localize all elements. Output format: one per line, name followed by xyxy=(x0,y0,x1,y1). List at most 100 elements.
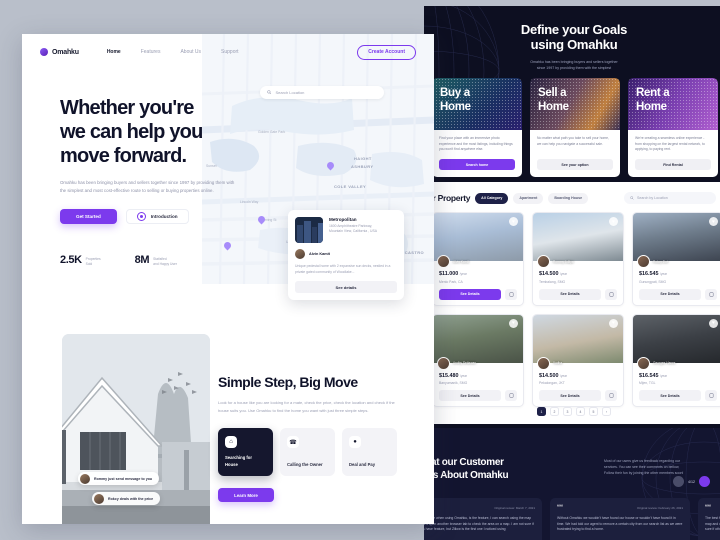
price-unit: /year xyxy=(560,373,568,378)
chevron-left-icon[interactable] xyxy=(673,476,684,487)
step-card-calling[interactable]: ☎ Calling the Owner xyxy=(280,428,335,477)
avatar xyxy=(94,493,104,504)
stat-value: 2.5K xyxy=(60,254,82,266)
testimonial-card: ““ Original review: March 7, 2021 Best f… xyxy=(424,498,542,540)
property-card[interactable]: ♥ Alvin Kamit $11.000 /year Menlo Park, … xyxy=(432,212,524,306)
stat-label: Properties Sold xyxy=(85,257,101,266)
property-image: ♥ Rokcy Dwi xyxy=(633,213,720,268)
heart-icon[interactable]: ♥ xyxy=(609,318,618,328)
property-location: Banyumanik, SMG xyxy=(439,381,468,385)
pagination-page-4[interactable]: 4 xyxy=(576,407,585,416)
property-card[interactable]: ♥ Georgee Hanes $16.545 /year Mijen, TGL… xyxy=(632,313,720,407)
goal-button-search-home[interactable]: Search home xyxy=(439,159,515,170)
heart-icon[interactable]: ♥ xyxy=(509,318,518,328)
stat-value: 8M xyxy=(134,254,150,266)
property-location: Gunungpati, SMG xyxy=(639,279,667,284)
heart-icon[interactable]: ♥ xyxy=(609,217,618,226)
nav-link-features[interactable]: Features xyxy=(141,49,161,55)
circle-logo-icon xyxy=(40,48,48,56)
learn-more-button[interactable]: Learn More xyxy=(218,488,274,503)
nav-link-about-us[interactable]: About Us xyxy=(180,49,201,55)
pagination-page-5[interactable]: 5 xyxy=(589,407,598,416)
filter-boarding-house[interactable]: Boarding House xyxy=(548,192,589,204)
property-image: ♥ Alvin Kamit xyxy=(433,213,523,268)
agent-name: Rokcy Dwi xyxy=(653,259,669,264)
filter-apartment[interactable]: Apartment xyxy=(513,192,544,204)
testimonial-card: ““ Original review: February 26, 2021 Wi… xyxy=(550,498,690,540)
see-details-button[interactable]: See Details xyxy=(539,288,601,300)
bookmark-icon[interactable] xyxy=(505,288,517,300)
chevron-right-icon[interactable] xyxy=(699,476,710,487)
property-search-placeholder: Search by Location xyxy=(637,196,668,200)
property-popup-card[interactable]: Metropolitan 1600 Amphitheatre Parkway, … xyxy=(288,210,404,301)
chat-bubble: Rokcy deals with the price xyxy=(92,492,161,505)
pagination-next-icon[interactable]: › xyxy=(602,407,611,416)
step-card-deal-pay[interactable]: ● Deal and Pay xyxy=(342,428,397,477)
bookmark-icon[interactable] xyxy=(605,390,617,401)
steps-paragraph: Look for a house like you are looking fo… xyxy=(218,400,395,413)
property-agent: Rokcy Dwi xyxy=(637,255,668,268)
price-value: $16.545 xyxy=(639,372,659,379)
map-label: Golden Gate Park xyxy=(258,130,286,134)
introduction-label: Introduction xyxy=(150,214,178,219)
heart-icon[interactable]: ♥ xyxy=(709,318,718,328)
property-image: ♥ Yudha xyxy=(533,314,623,370)
nav-link-home[interactable]: Home xyxy=(107,49,121,55)
nav-link-support[interactable]: Support xyxy=(221,49,239,55)
pagination-page-3[interactable]: 3 xyxy=(563,407,572,416)
get-started-button[interactable]: Get Started xyxy=(60,209,117,224)
testimonial-text: Best feature I like when using Omahku, i… xyxy=(424,516,534,532)
brand-name: Omahku xyxy=(52,48,79,56)
map-search-input[interactable]: Search Location xyxy=(260,86,384,99)
step-card-searching[interactable]: ⌂ Searching for House xyxy=(218,428,273,477)
filter-all-category[interactable]: All Category xyxy=(475,192,509,204)
testimonial-subtitle: Most of our users give us feedback regar… xyxy=(604,459,684,475)
property-price: $16.545 /year xyxy=(639,271,717,277)
property-price: $14.500 /year xyxy=(539,373,617,379)
property-search-input[interactable]: Search by Location xyxy=(624,192,716,204)
bookmark-icon[interactable] xyxy=(605,288,617,300)
pagination-page-2[interactable]: 2 xyxy=(550,407,559,416)
heart-icon[interactable]: ♥ xyxy=(709,217,718,226)
see-details-button[interactable]: See Details xyxy=(539,390,601,401)
see-details-button[interactable]: See Details xyxy=(639,390,701,401)
see-details-button[interactable]: See Details xyxy=(639,288,701,300)
dollar-icon: ● xyxy=(349,436,361,449)
goal-button-see-option[interactable]: See your option xyxy=(537,159,613,170)
goal-button-find-rental[interactable]: Find Rental xyxy=(635,159,711,170)
chat-bubble-text: Rokcy deals with the price xyxy=(108,496,154,501)
popup-agent-name: Alvin Kamit xyxy=(309,252,330,256)
bookmark-icon[interactable] xyxy=(705,288,717,300)
simple-step-section: Simple Step, Big Move Look for a house l… xyxy=(218,374,418,503)
house-photo: Rommy just send message to you Rokcy dea… xyxy=(62,334,210,524)
introduction-button[interactable]: Introduction xyxy=(125,209,189,224)
chat-bubble: Rommy just send message to you xyxy=(78,472,160,485)
step-label: Searching for House xyxy=(225,455,252,468)
search-icon xyxy=(630,196,634,200)
see-details-button[interactable]: See Details xyxy=(439,390,501,401)
property-card[interactable]: ♥ Rommy Aditya $14.500 /year Tembalang, … xyxy=(532,212,624,306)
pagination: 1 2 3 4 5 › xyxy=(424,407,720,416)
hero-stats: 2.5K Properties Sold 8M Statisfied and H… xyxy=(60,254,260,267)
play-icon xyxy=(136,212,146,221)
see-details-button[interactable]: See Details xyxy=(439,288,501,300)
testimonial-date: Original review: February 26, 2021 xyxy=(636,506,683,510)
property-card[interactable]: ♥ Yudha $14.500 /year Pekalongan, JKT Se… xyxy=(532,313,624,407)
goal-card-buy[interactable]: Buy a Home Find your place with an immer… xyxy=(432,78,522,177)
bookmark-icon[interactable] xyxy=(705,390,717,401)
pagination-page-1[interactable]: 1 xyxy=(537,407,546,416)
price-value: $15.480 xyxy=(439,372,459,379)
steps-heading: Simple Step, Big Move xyxy=(218,374,358,390)
map-label: COLE VALLEY xyxy=(334,184,367,189)
property-price: $16.545 /year xyxy=(639,373,717,379)
property-card[interactable]: ♥ Rokcy Dwi $16.545 /year Gunungpati, SM… xyxy=(632,212,720,306)
brand-logo[interactable]: Omahku xyxy=(40,48,79,56)
goal-card-sell[interactable]: Sell a Home No matter what path you take… xyxy=(530,78,620,177)
create-account-button[interactable]: Create Account xyxy=(357,44,416,60)
goal-description: We're creating a seamless online experie… xyxy=(635,136,705,152)
property-card[interactable]: ♥ Andhy Setiawan $15.480 /year Banyumani… xyxy=(432,313,524,407)
goal-card-rent[interactable]: Rent a Home We're creating a seamless on… xyxy=(628,78,718,177)
heart-icon[interactable]: ♥ xyxy=(509,217,518,226)
bookmark-icon[interactable] xyxy=(505,390,517,401)
see-details-button[interactable]: See details xyxy=(295,281,397,294)
